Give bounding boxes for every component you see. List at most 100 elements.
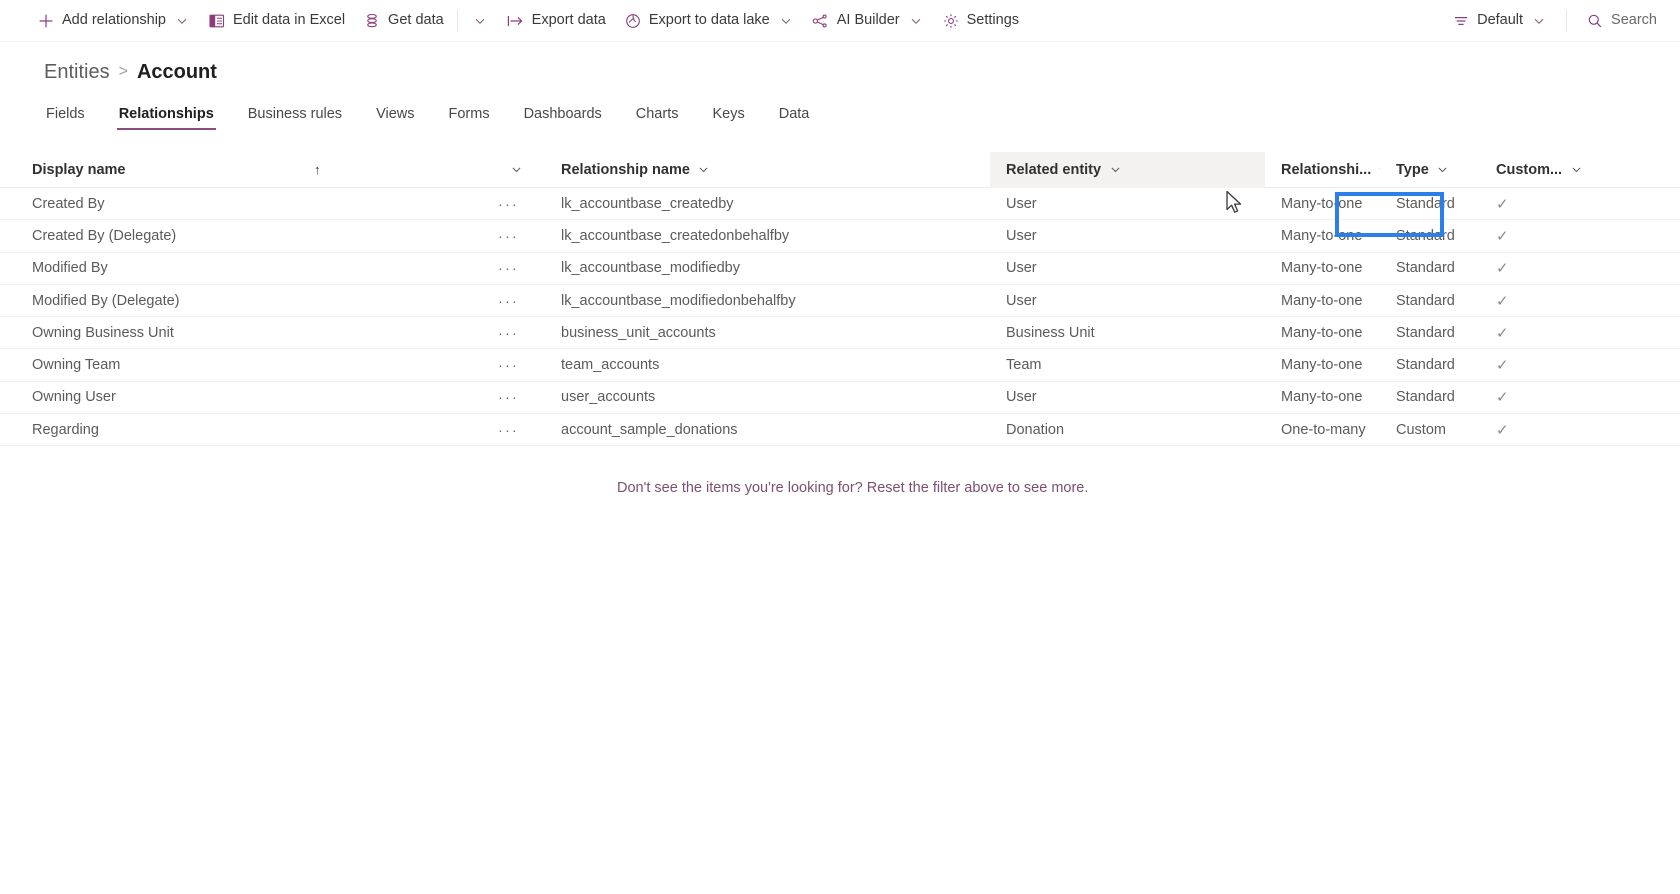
cell-display-name: Created By ··· bbox=[0, 196, 545, 212]
cell-display-name: Owning Business Unit ··· bbox=[0, 325, 545, 341]
breadcrumb-separator-icon: > bbox=[118, 63, 128, 80]
cell-relationship-type: One-to-many bbox=[1281, 421, 1366, 438]
export-icon bbox=[507, 12, 525, 30]
cell-type: Standard bbox=[1396, 324, 1455, 341]
checkmark-icon: ✓ bbox=[1496, 292, 1509, 310]
relationships-grid: Display name ↑ Relationship name Related… bbox=[0, 151, 1680, 496]
display-name-text: Created By bbox=[32, 195, 105, 212]
column-header-relationship-type[interactable]: Relationshi... bbox=[1265, 152, 1380, 188]
chevron-down-icon[interactable] bbox=[1436, 163, 1450, 177]
table-row[interactable]: Owning User ··· user_accounts User Many-to-o… bbox=[0, 382, 1680, 415]
chevron-down-icon[interactable] bbox=[174, 13, 190, 29]
export-data-button[interactable]: Export data bbox=[498, 0, 615, 42]
chevron-down-icon[interactable] bbox=[472, 13, 488, 29]
row-context-menu-button[interactable]: ··· bbox=[494, 325, 523, 341]
chevron-down-icon[interactable] bbox=[1108, 163, 1122, 177]
cell-custom: ✓ bbox=[1480, 259, 1600, 277]
table-row[interactable]: Owning Business Unit ··· business_unit_acc… bbox=[0, 317, 1680, 350]
table-row[interactable]: Created By ··· lk_accountbase_createdby Use… bbox=[0, 188, 1680, 221]
reset-filter-message[interactable]: Don't see the items you're looking for? … bbox=[0, 480, 1680, 496]
chevron-down-icon[interactable] bbox=[1531, 13, 1547, 29]
tab-fields[interactable]: Fields bbox=[44, 106, 87, 131]
settings-button[interactable]: Settings bbox=[933, 0, 1028, 42]
command-bar-right-group: Default Search bbox=[1443, 0, 1666, 42]
data-lake-icon bbox=[624, 12, 642, 30]
tab-forms[interactable]: Forms bbox=[446, 106, 491, 131]
tab-relationships[interactable]: Relationships bbox=[116, 106, 216, 130]
get-data-button[interactable]: Get data bbox=[354, 0, 453, 42]
cell-relationship-name: user_accounts bbox=[561, 389, 656, 406]
cell-related-entity: Team bbox=[1006, 357, 1042, 374]
database-icon bbox=[363, 12, 381, 30]
grid-body: Created By ··· lk_accountbase_createdby Use… bbox=[0, 188, 1680, 447]
tab-views[interactable]: Views bbox=[374, 106, 416, 131]
display-name-text: Owning Team bbox=[32, 357, 121, 374]
chevron-down-icon[interactable] bbox=[908, 13, 924, 29]
cell-type: Custom bbox=[1396, 421, 1446, 438]
tab-keys[interactable]: Keys bbox=[710, 106, 746, 131]
add-relationship-button[interactable]: Add relationship bbox=[28, 0, 199, 42]
row-context-menu-button[interactable]: ··· bbox=[494, 260, 523, 276]
cell-type: Standard bbox=[1396, 292, 1455, 309]
cell-display-name: Modified By (Delegate) ··· bbox=[0, 293, 545, 309]
chevron-down-icon[interactable] bbox=[778, 13, 794, 29]
column-header-type[interactable]: Type bbox=[1380, 152, 1480, 188]
sort-ascending-icon: ↑ bbox=[314, 162, 321, 177]
command-bar: Add relationship Edit data in Excel Get … bbox=[0, 0, 1680, 42]
column-header-relationship-type-label: Relationshi... bbox=[1281, 161, 1372, 178]
table-row[interactable]: Created By (Delegate) ··· lk_accountbase_c… bbox=[0, 220, 1680, 253]
column-header-relationship-name[interactable]: Relationship name bbox=[545, 152, 990, 188]
chevron-down-icon[interactable] bbox=[1569, 163, 1583, 177]
cell-relationship-name: business_unit_accounts bbox=[561, 324, 716, 341]
tab-business-rules[interactable]: Business rules bbox=[246, 106, 344, 131]
cell-related-entity: User bbox=[1006, 227, 1037, 244]
row-context-menu-button[interactable]: ··· bbox=[494, 228, 523, 244]
settings-label: Settings bbox=[966, 12, 1020, 29]
column-header-related-entity[interactable]: Related entity bbox=[990, 151, 1265, 188]
row-context-menu-button[interactable]: ··· bbox=[494, 293, 523, 309]
cell-custom: ✓ bbox=[1480, 356, 1600, 374]
search-box[interactable]: Search bbox=[1577, 0, 1666, 42]
row-context-menu-button[interactable]: ··· bbox=[494, 196, 523, 212]
view-selector-button[interactable]: Default bbox=[1443, 0, 1556, 42]
breadcrumb-entities-link[interactable]: Entities bbox=[44, 61, 110, 84]
cell-custom: ✓ bbox=[1480, 292, 1600, 310]
table-row[interactable]: Modified By (Delegate) ··· lk_accountbase_… bbox=[0, 285, 1680, 318]
tab-dashboards[interactable]: Dashboards bbox=[522, 106, 604, 131]
display-name-text: Regarding bbox=[32, 421, 99, 438]
cell-relationship-name: lk_accountbase_createdby bbox=[561, 195, 734, 212]
export-to-data-lake-button[interactable]: Export to data lake bbox=[615, 0, 803, 42]
row-context-menu-button[interactable]: ··· bbox=[494, 422, 523, 438]
cell-related-entity: User bbox=[1006, 195, 1037, 212]
table-row[interactable]: Regarding ··· account_sample_donations Dona… bbox=[0, 414, 1680, 447]
tab-data[interactable]: Data bbox=[777, 106, 812, 131]
cell-relationship-name: team_accounts bbox=[561, 357, 660, 374]
row-context-menu-button[interactable]: ··· bbox=[494, 389, 523, 405]
cell-type: Standard bbox=[1396, 389, 1455, 406]
column-header-custom[interactable]: Custom... bbox=[1480, 152, 1600, 188]
grid-header-row: Display name ↑ Relationship name Related… bbox=[0, 151, 1680, 188]
table-row[interactable]: Owning Team ··· team_accounts Team Many-to-o… bbox=[0, 349, 1680, 382]
overflow-chevron-button[interactable] bbox=[462, 0, 498, 42]
column-header-type-label: Type bbox=[1396, 161, 1429, 178]
edit-data-in-excel-button[interactable]: Edit data in Excel bbox=[199, 0, 354, 42]
get-data-label: Get data bbox=[388, 12, 444, 29]
table-row[interactable]: Modified By ··· lk_accountbase_modifiedby U… bbox=[0, 253, 1680, 285]
chevron-down-icon[interactable] bbox=[509, 163, 523, 177]
cell-type: Standard bbox=[1396, 260, 1455, 277]
export-to-data-lake-label: Export to data lake bbox=[648, 12, 770, 29]
column-header-display-name[interactable]: Display name ↑ bbox=[0, 152, 545, 188]
column-header-display-name-label: Display name bbox=[32, 161, 126, 178]
display-name-text: Modified By (Delegate) bbox=[32, 292, 180, 309]
edit-data-in-excel-label: Edit data in Excel bbox=[233, 12, 346, 29]
chevron-down-icon[interactable] bbox=[697, 163, 711, 177]
checkmark-icon: ✓ bbox=[1496, 324, 1509, 342]
tab-charts[interactable]: Charts bbox=[634, 106, 681, 131]
cell-related-entity: Business Unit bbox=[1006, 324, 1095, 341]
ai-builder-button[interactable]: AI Builder bbox=[803, 0, 933, 42]
cell-related-entity: User bbox=[1006, 260, 1037, 277]
entity-relationships-page: Add relationship Edit data in Excel Get … bbox=[0, 0, 1680, 894]
row-context-menu-button[interactable]: ··· bbox=[494, 357, 523, 373]
breadcrumb: Entities > Account bbox=[0, 42, 1680, 86]
cell-custom: ✓ bbox=[1480, 421, 1600, 439]
